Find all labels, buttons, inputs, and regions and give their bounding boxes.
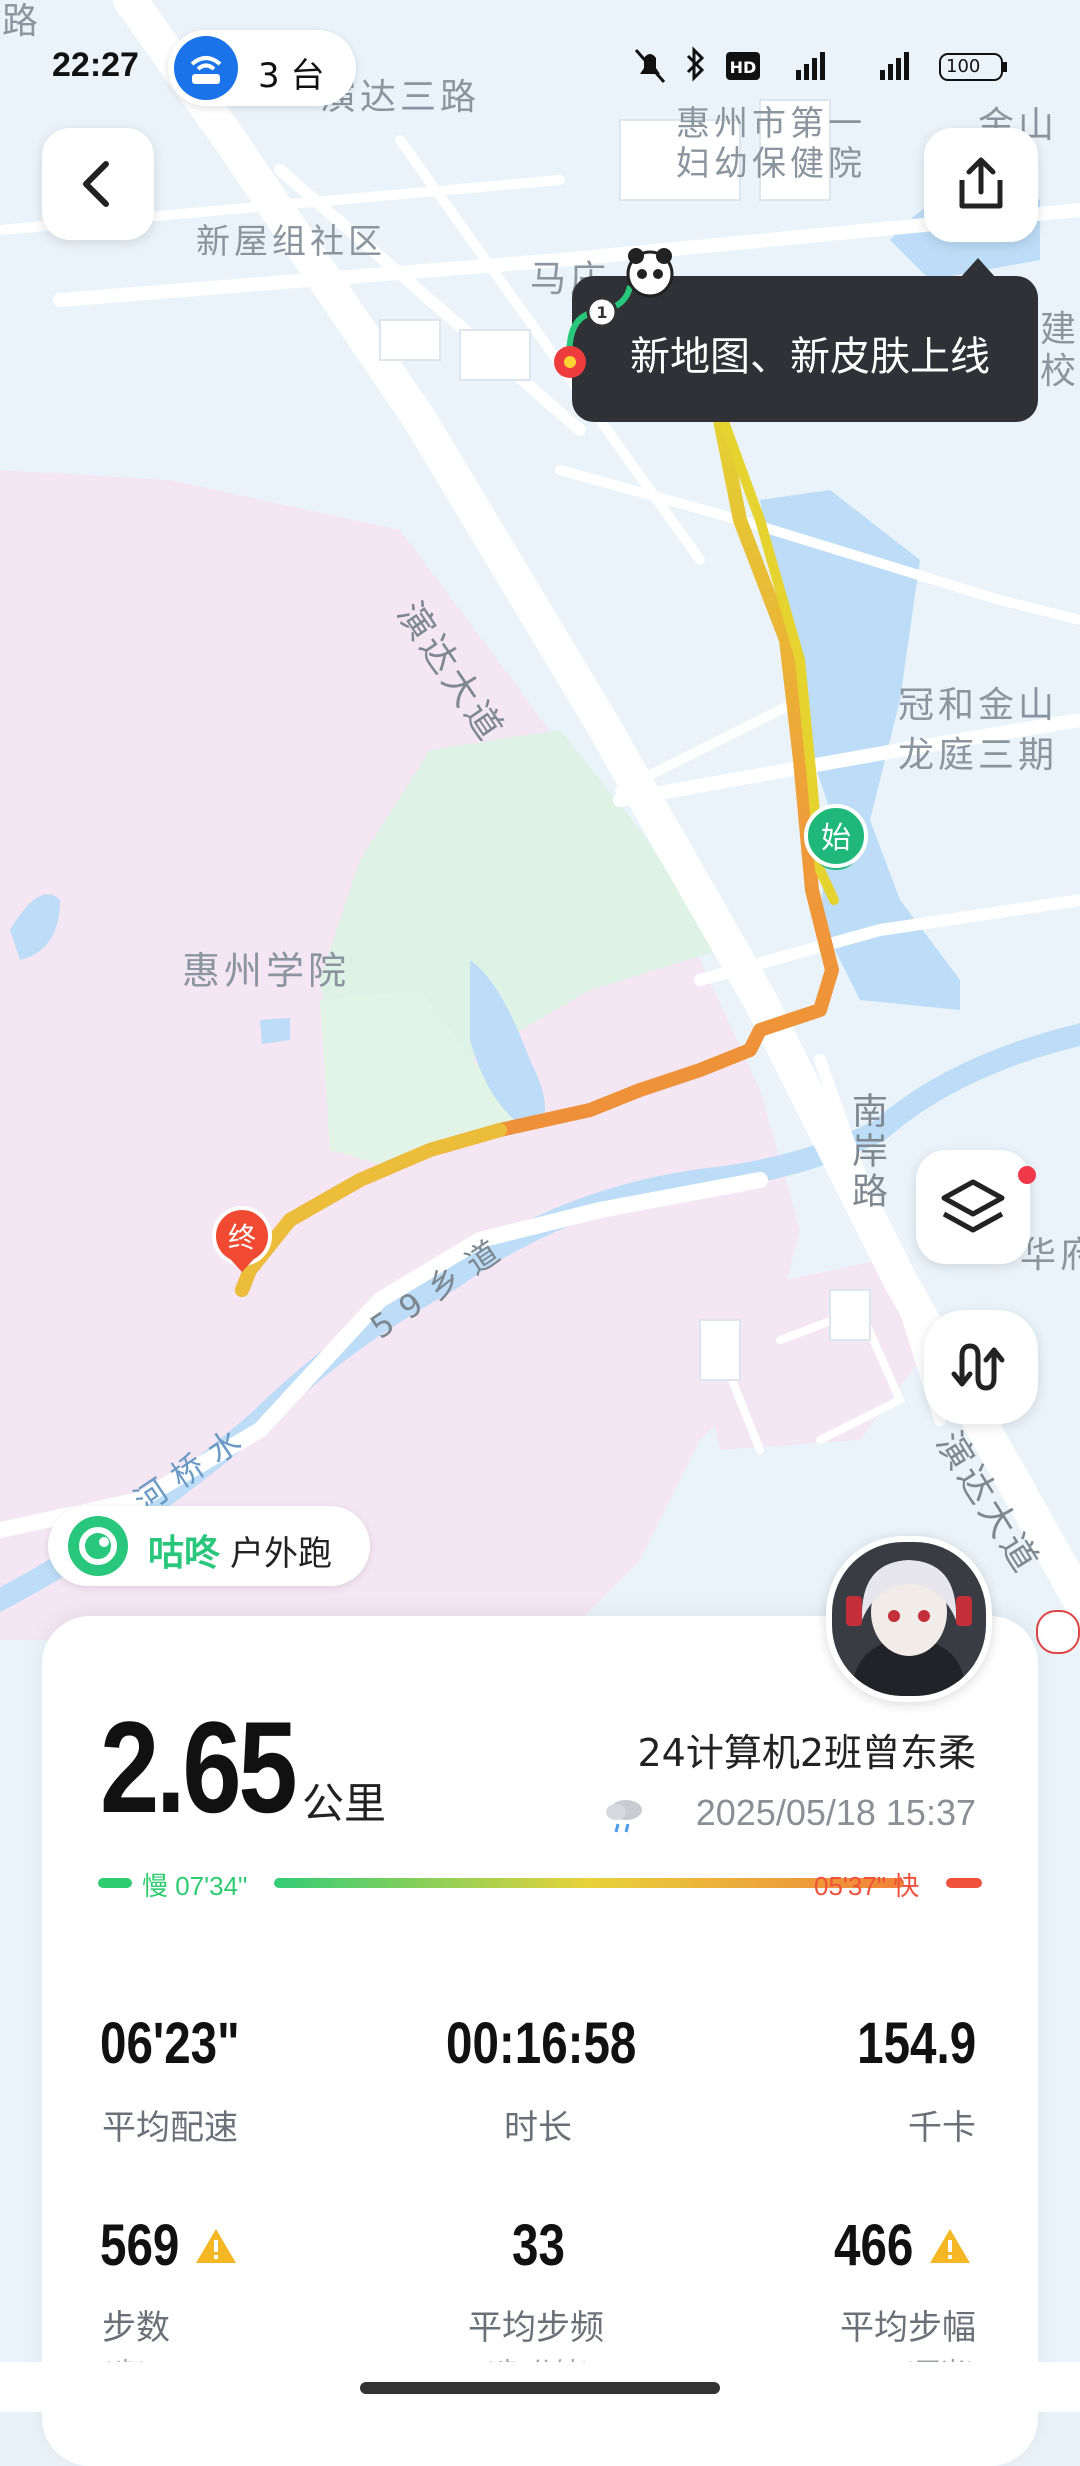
brand-name: 咕咚 — [148, 1533, 221, 1574]
cadence-label: 平均步频 — [468, 2308, 604, 2348]
map-label: 惠州学院 — [182, 949, 351, 993]
pace-fast-label: 05'37" 快 — [814, 1871, 920, 1901]
duration-value: 00:16:58 — [446, 2011, 637, 2076]
user-avatar[interactable] — [826, 1536, 992, 1702]
distance-unit: 公里 — [302, 1779, 387, 1828]
route-switch-icon — [951, 1343, 1005, 1391]
layers-icon — [941, 1179, 1005, 1233]
status-icons: HD 100 — [630, 44, 1040, 88]
home-indicator[interactable] — [360, 2382, 720, 2394]
poi-icon — [1036, 1610, 1080, 1654]
device-count: 3 台 — [258, 56, 325, 96]
map-layers-button[interactable] — [916, 1150, 1030, 1264]
back-button[interactable] — [42, 128, 154, 240]
route-skin-decoration: 1 — [546, 246, 676, 396]
svg-text:1: 1 — [596, 303, 607, 322]
map-label: 校 — [1040, 351, 1080, 392]
distance-value: 2.65 — [100, 1694, 298, 1840]
back-arrow-icon — [83, 161, 109, 207]
steps-value: 569 — [100, 2213, 180, 2278]
stride-value: 466 — [834, 2213, 914, 2278]
svg-text:HD: HD — [730, 58, 757, 77]
share-icon — [959, 157, 1003, 209]
signal-icon-1 — [796, 52, 825, 80]
rain-cloud-icon — [600, 1790, 648, 1838]
avg-pace-label: 平均配速 — [102, 2108, 238, 2148]
stride-label: 平均步幅 — [840, 2308, 976, 2348]
signal-icon-2 — [880, 52, 909, 80]
codoon-logo-icon — [68, 1516, 128, 1576]
steps-label: 步数 — [102, 2308, 170, 2348]
warning-icon[interactable] — [928, 2226, 972, 2266]
calories-label: 千卡 — [908, 2108, 976, 2148]
pace-slow-label: 慢 07'34" — [142, 1871, 248, 1901]
map-label: 南岸路 — [846, 1092, 887, 1212]
map-label: 冠和金山 — [898, 685, 1059, 726]
map-label: 新屋组社区 — [196, 222, 386, 262]
battery-level: 100 — [946, 56, 981, 77]
map-label: 妇幼保健院 — [676, 144, 866, 184]
bluetooth-icon — [686, 46, 705, 82]
share-button[interactable] — [924, 128, 1038, 242]
status-bar: 22:27 3 台 HD 100 — [0, 0, 1080, 140]
calories-value: 154.9 — [856, 2011, 976, 2076]
end-marker-label: 终 — [228, 1221, 256, 1254]
status-time: 22:27 — [52, 46, 139, 84]
avg-pace-value: 06'23" — [100, 2011, 240, 2076]
app-brand: 咕咚 户外跑 — [48, 1506, 370, 1586]
route-switch-button[interactable] — [924, 1310, 1038, 1424]
activity-type: 户外跑 — [230, 1534, 332, 1574]
activity-datetime: 2025/05/18 15:37 — [695, 1792, 976, 1833]
map-label: 龙庭三期 — [898, 735, 1059, 776]
duration-label: 时长 — [504, 2108, 572, 2148]
tooltip-arrow — [960, 258, 996, 278]
wifi-router-icon — [174, 36, 238, 100]
pace-range-bar: 慢 07'34" 05'37" 快 — [98, 1862, 982, 1902]
user-name: 24计算机2班曾东柔 — [637, 1731, 976, 1775]
notification-dot — [1018, 1166, 1036, 1184]
start-marker-label: 始 — [821, 821, 851, 856]
cadence-value: 33 — [512, 2213, 565, 2278]
tooltip-text: 新地图、新皮肤上线 — [630, 334, 990, 380]
device-pill[interactable]: 3 台 — [168, 30, 356, 106]
warning-icon[interactable] — [194, 2226, 238, 2266]
mute-icon — [634, 49, 666, 83]
